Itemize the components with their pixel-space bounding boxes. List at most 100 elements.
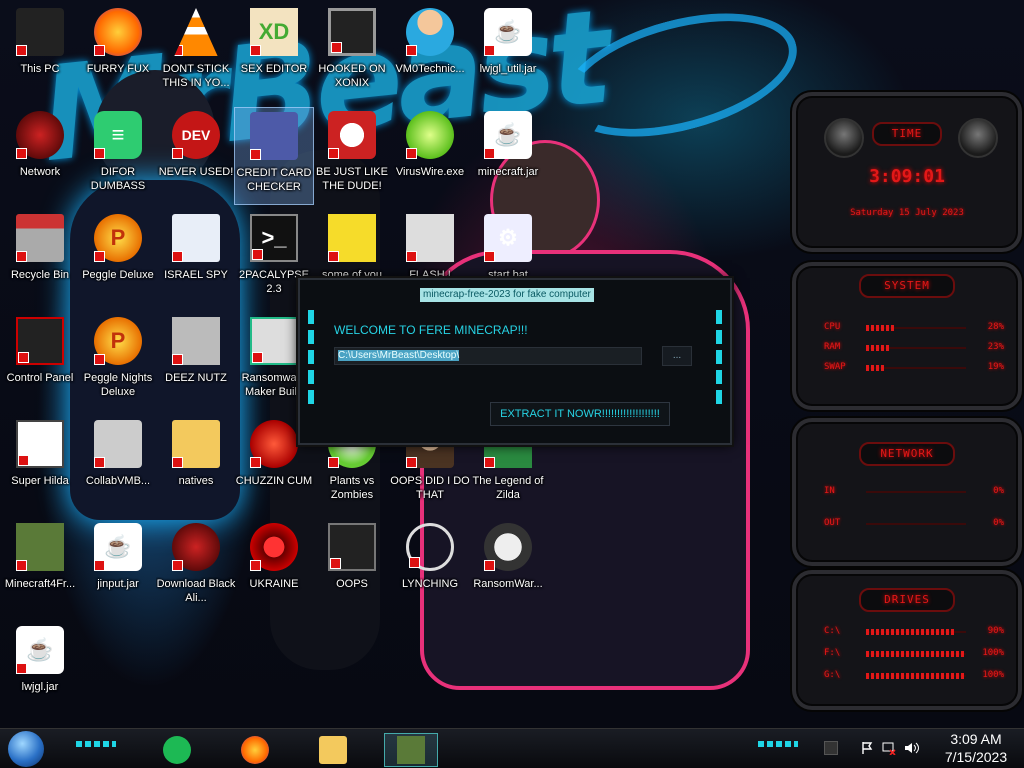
extract-button[interactable]: EXTRACT IT NOWR!!!!!!!!!!!!!!!!!!! (490, 402, 670, 426)
spotify-icon (163, 736, 191, 764)
widget-row-bar (866, 673, 966, 679)
desktop-icon-label: CollabVMB... (85, 475, 151, 487)
desktop-icon-be-just-like-the-dude[interactable]: BE JUST LIKE THE DUDE! (312, 107, 392, 205)
desktop-icon-lwjgl-jar[interactable]: ☕ lwjgl.jar (0, 622, 80, 720)
desktop-icon-minecraft4fr[interactable]: Minecraft4Fr... (0, 519, 80, 617)
widget-row-label: SWAP (824, 362, 846, 372)
taskbar-app-spotify[interactable] (150, 733, 204, 767)
monitor-icon (328, 523, 376, 571)
desktop-icon-dont-stick-this-in-yo[interactable]: DONT STICK THIS IN YO... (156, 4, 236, 102)
clock-date: 7/15/2023 (944, 749, 1008, 765)
show-hidden-icons-icon[interactable] (824, 741, 838, 755)
desktop-icon-network[interactable]: Network (0, 107, 80, 205)
desktop-icon-label: FURRY FUX (86, 63, 150, 75)
desktop-icon-download-black-ali[interactable]: Download Black Ali... (156, 519, 236, 617)
desktop-icon-label: Super Hilda (11, 475, 69, 487)
xd-editor-icon: XD (250, 8, 298, 56)
gear-icon: ⚙ (484, 214, 532, 262)
desktop-icon-oops[interactable]: OOPS (312, 519, 392, 617)
shortcut-arrow-icon (406, 457, 417, 468)
desktop-icon-hooked-on-xonix[interactable]: HOOKED ON XONIX (312, 4, 392, 102)
desktop-icon-label: This PC (20, 63, 60, 75)
desktop-icon-peggle-deluxe[interactable]: P Peggle Deluxe (78, 210, 158, 308)
desktop-icon-credit-card-checker[interactable]: CREDIT CARD CHECKER (234, 107, 314, 205)
system-widget-title: SYSTEM (859, 274, 955, 298)
desktop-icon-this-pc[interactable]: This PC (0, 4, 80, 102)
desktop-icon-deez-nutz[interactable]: DEEZ NUTZ (156, 313, 236, 411)
shortcut-arrow-icon (172, 251, 183, 262)
volume-icon[interactable] (904, 741, 919, 755)
widget-row-label: CPU (824, 322, 841, 332)
shortcut-arrow-icon (18, 455, 29, 466)
network-alien-icon (16, 111, 64, 159)
flash-icon (406, 214, 454, 262)
shortcut-arrow-icon (94, 560, 105, 571)
desktop-icon-vm0technic[interactable]: VM0Technic... (390, 4, 470, 102)
computer-icon (16, 8, 64, 56)
taskbar-app-firefox[interactable] (228, 733, 282, 767)
widget-row-value: 100% (982, 648, 1004, 658)
desktop-icon-never-used[interactable]: DEV NEVER USED! (156, 107, 236, 205)
folder-icon (319, 736, 347, 764)
dialog-left-accent (308, 310, 316, 410)
control-panel-icon (16, 317, 64, 365)
desktop-icon-lwjgl-util-jar[interactable]: ☕ lwjgl_util.jar (468, 4, 548, 102)
desktop-icon-viruswire-exe[interactable]: VirusWire.exe (390, 107, 470, 205)
dog-icon (328, 214, 376, 262)
taskbar-app-minecraft-extractor[interactable] (384, 733, 438, 767)
desktop-icon-label: CREDIT CARD CHECKER (236, 167, 312, 193)
taskbar-clock[interactable]: 3:09 AM 7/15/2023 (934, 730, 1018, 766)
desktop-icon-minecraft-jar[interactable]: ☕ minecraft.jar (468, 107, 548, 205)
browse-button[interactable]: ... (662, 346, 692, 366)
desktop-icon-jinput-jar[interactable]: ☕ jinput.jar (78, 519, 158, 617)
peggle-icon: P (94, 214, 142, 262)
shortcut-arrow-icon (172, 354, 183, 365)
desktop-icon-super-hilda[interactable]: Super Hilda (0, 416, 80, 514)
desktop-icon-recycle-bin[interactable]: Recycle Bin (0, 210, 80, 308)
desktop-icon-sex-editor[interactable]: XD SEX EDITOR (234, 4, 314, 102)
shortcut-arrow-icon (250, 149, 261, 160)
widget-row-label: G:\ (824, 670, 841, 680)
card-checker-icon (250, 112, 298, 160)
folder-icon (172, 420, 220, 468)
desktop-icon-control-panel[interactable]: Control Panel (0, 313, 80, 411)
desktop-icon-label: ISRAEL SPY (164, 269, 228, 281)
desktop-icon-ukraine[interactable]: UKRAINE (234, 519, 314, 617)
desktop-icon-furry-fux[interactable]: FURRY FUX (78, 4, 158, 102)
desktop-icon-peggle-nights-deluxe[interactable]: P Peggle Nights Deluxe (78, 313, 158, 411)
desktop-icon-label: OOPS (336, 578, 368, 590)
desktop-icon-israel-spy[interactable]: ISRAEL SPY (156, 210, 236, 308)
widget-row-bar (866, 651, 966, 657)
shortcut-arrow-icon (16, 45, 27, 56)
desktop-icon-lynching[interactable]: LYNCHING (390, 519, 470, 617)
desktop-icon-natives[interactable]: natives (156, 416, 236, 514)
shortcut-arrow-icon (406, 251, 417, 262)
vlc-icon (174, 8, 218, 56)
desktop-icon-label: DONT STICK THIS IN YO... (162, 63, 230, 89)
desktop-icon-label: UKRAINE (249, 578, 299, 590)
widget-clock: 3:09:01 (869, 166, 945, 187)
desktop-icon-label: BE JUST LIKE THE DUDE! (316, 166, 388, 192)
terminal-icon: >_ (250, 214, 298, 262)
desktop-icon-difor-dumbass[interactable]: ≡ DIFOR DUMBASS (78, 107, 158, 205)
desktop-icon-label: natives (178, 475, 214, 487)
shortcut-arrow-icon (16, 663, 27, 674)
network-disconnected-icon[interactable] (882, 741, 896, 756)
widget-row-value: 0% (993, 518, 1004, 528)
shortcut-arrow-icon (252, 249, 263, 260)
shortcut-arrow-icon (94, 457, 105, 468)
widget-row-value: 28% (987, 322, 1004, 332)
dialog-right-accent (716, 310, 724, 410)
taskbar-app-explorer[interactable] (306, 733, 360, 767)
path-input[interactable]: C:\Users\MrBeast\Desktop\ (334, 347, 642, 365)
desktop-icon-collabvmb[interactable]: CollabVMB... (78, 416, 158, 514)
action-center-flag-icon[interactable] (860, 741, 874, 755)
start-button[interactable] (8, 731, 44, 767)
firefox-icon (94, 8, 142, 56)
widget-row-value: 0% (993, 486, 1004, 496)
desktop-icon-ransomwar[interactable]: RansomWar... (468, 519, 548, 617)
shortcut-arrow-icon (484, 560, 495, 571)
widget-row-label: IN (824, 486, 835, 496)
desktop-icon-label: CHUZZIN CUM (235, 475, 313, 487)
shortcut-arrow-icon (250, 457, 261, 468)
